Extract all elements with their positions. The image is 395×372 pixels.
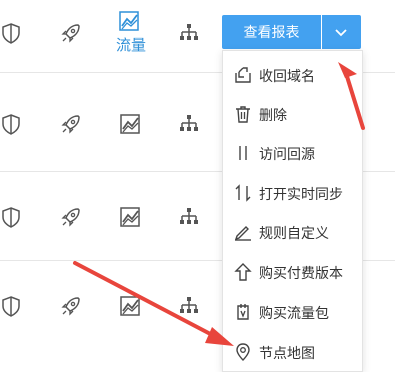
menu-item-label: 规则自定义 (259, 225, 329, 241)
rocket-icon[interactable] (60, 113, 82, 135)
traffic-chart-icon[interactable] (119, 295, 141, 317)
menu-item-label: 收回域名 (259, 68, 315, 84)
more-actions-menu: 收回域名 删除 访问回源 打开实时同步 规则自定义 购买付费版本 购买流量包 节… (222, 50, 363, 372)
shield-icon[interactable] (0, 113, 22, 135)
menu-item-buy-paid-plan[interactable]: 购买付费版本 (223, 254, 362, 290)
origin-access-icon (233, 143, 253, 163)
rocket-icon[interactable] (60, 206, 82, 228)
menu-item-reclaim-domain[interactable]: 收回域名 (223, 57, 362, 93)
traffic-chart-icon[interactable] (119, 113, 141, 135)
map-pin-icon (233, 342, 253, 362)
traffic-label[interactable]: 流量 (116, 34, 146, 55)
node-tree-icon[interactable] (178, 295, 200, 317)
rocket-icon[interactable] (60, 22, 82, 44)
menu-item-label: 购买流量包 (259, 305, 329, 321)
menu-item-label: 节点地图 (259, 345, 315, 361)
view-report-button[interactable]: 查看报表 (222, 15, 321, 49)
pencil-icon (233, 222, 253, 242)
menu-item-label: 购买付费版本 (259, 265, 343, 281)
traffic-chart-icon[interactable] (118, 10, 140, 32)
sync-icon (233, 183, 253, 203)
rocket-icon[interactable] (60, 295, 82, 317)
node-tree-icon[interactable] (178, 206, 200, 228)
menu-item-origin-access[interactable]: 访问回源 (223, 135, 362, 171)
menu-item-label: 打开实时同步 (259, 186, 343, 202)
node-tree-icon[interactable] (178, 22, 200, 44)
shield-icon[interactable] (0, 295, 22, 317)
menu-item-realtime-sync[interactable]: 打开实时同步 (223, 175, 362, 211)
shield-icon[interactable] (0, 206, 22, 228)
menu-item-custom-rules[interactable]: 规则自定义 (223, 214, 362, 250)
more-actions-dropdown-toggle[interactable] (322, 15, 361, 49)
reclaim-domain-icon (233, 65, 253, 85)
menu-item-buy-traffic-package[interactable]: 购买流量包 (223, 294, 362, 330)
chevron-down-icon (335, 29, 347, 37)
shield-icon[interactable] (0, 22, 22, 44)
upgrade-arrow-icon (233, 262, 253, 282)
traffic-chart-icon[interactable] (119, 206, 141, 228)
node-tree-icon[interactable] (178, 113, 200, 135)
menu-item-delete[interactable]: 删除 (223, 96, 362, 132)
menu-item-label: 访问回源 (259, 146, 315, 162)
traffic-package-icon (233, 302, 253, 322)
menu-item-node-map[interactable]: 节点地图 (223, 334, 362, 370)
menu-item-label: 删除 (259, 107, 287, 123)
trash-icon (233, 104, 253, 124)
